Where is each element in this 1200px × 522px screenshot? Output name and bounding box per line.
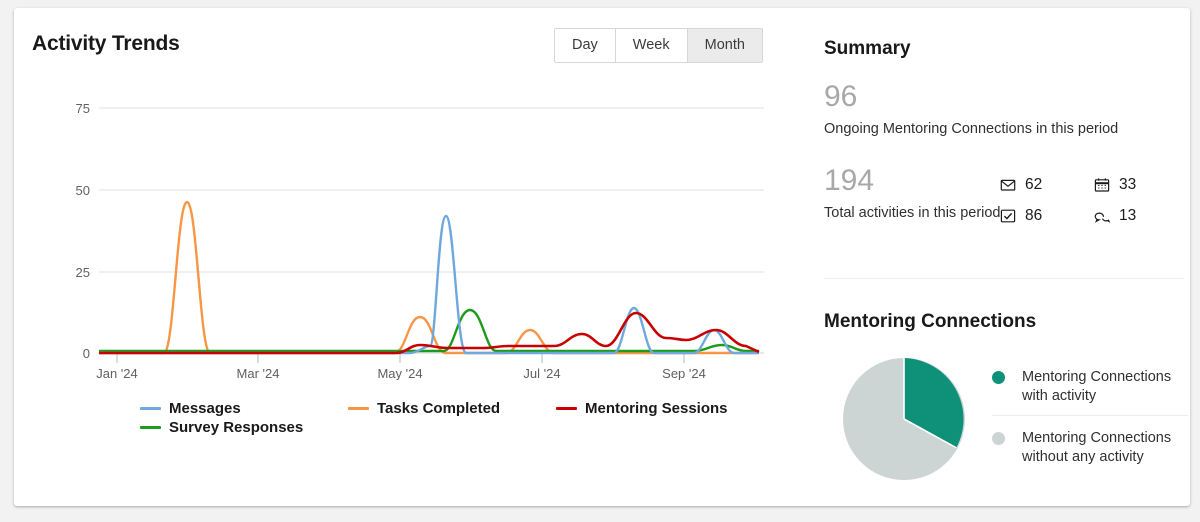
svg-text:May '24: May '24 xyxy=(377,366,422,380)
svg-text:0: 0 xyxy=(83,346,90,361)
mentoring-connections-pie-chart xyxy=(842,357,966,481)
total-activities-stat: 194 Total activities in this period xyxy=(824,165,1014,223)
dashboard-card: Activity Trends Day Week Month 75 50 25 … xyxy=(14,8,1190,506)
tab-month[interactable]: Month xyxy=(687,29,762,62)
ongoing-connections-value: 96 xyxy=(824,80,858,113)
metric-meetings: 33 xyxy=(1094,174,1188,196)
page-title: Activity Trends xyxy=(32,32,180,55)
mentoring-connections-title: Mentoring Connections xyxy=(824,311,1037,332)
svg-text:75: 75 xyxy=(76,101,90,116)
metric-conversations-value: 13 xyxy=(1119,207,1137,224)
ongoing-connections-stat: 96 Ongoing Mentoring Connections in this… xyxy=(824,81,1180,139)
pie-legend-dot-with-activity xyxy=(992,371,1005,384)
pie-legend-label-with-activity: Mentoring Connections with activity xyxy=(1022,369,1172,404)
pie-legend: Mentoring Connections with activity Ment… xyxy=(992,360,1188,477)
pie-legend-item-with-activity[interactable]: Mentoring Connections with activity xyxy=(992,360,1188,415)
section-divider xyxy=(824,278,1184,279)
summary-panel: Summary 96 Ongoing Mentoring Connections… xyxy=(814,8,1190,506)
legend-item-messages[interactable]: Messages xyxy=(140,399,348,417)
pie-svg xyxy=(843,358,965,480)
checkbox-icon xyxy=(1000,209,1016,223)
metric-meetings-value: 33 xyxy=(1119,176,1137,193)
summary-title: Summary xyxy=(824,38,911,59)
ongoing-connections-label: Ongoing Mentoring Connections in this pe… xyxy=(824,121,1119,137)
tab-week[interactable]: Week xyxy=(615,29,688,62)
svg-text:Mar '24: Mar '24 xyxy=(237,366,280,380)
legend-swatch-messages xyxy=(140,406,161,410)
svg-text:50: 50 xyxy=(76,183,90,198)
svg-text:Jul '24: Jul '24 xyxy=(523,366,560,380)
total-activities-value: 194 xyxy=(824,164,875,197)
pie-legend-dot-without-activity xyxy=(992,432,1005,445)
mail-icon xyxy=(1000,179,1016,191)
range-tab-group[interactable]: Day Week Month xyxy=(554,28,763,63)
activity-metrics: 62 33 86 13 xyxy=(1000,174,1190,227)
activity-trends-panel: Activity Trends Day Week Month 75 50 25 … xyxy=(14,8,800,506)
metric-conversations: 13 xyxy=(1094,205,1188,227)
legend-label-tasks-completed: Tasks Completed xyxy=(377,399,501,417)
legend-swatch-survey-responses xyxy=(140,425,161,429)
svg-text:Jan '24: Jan '24 xyxy=(96,366,138,380)
activity-line-chart: 75 50 25 0 Jan '24 Mar '24 May '24 Jul '… xyxy=(76,101,764,380)
metric-tasks: 86 xyxy=(1000,205,1094,227)
svg-text:25: 25 xyxy=(76,265,90,280)
legend-item-mentoring-sessions[interactable]: Mentoring Sessions xyxy=(556,399,740,417)
svg-text:Sep '24: Sep '24 xyxy=(662,366,706,380)
legend-item-tasks-completed[interactable]: Tasks Completed xyxy=(348,399,556,417)
legend-label-survey-responses: Survey Responses xyxy=(169,418,304,436)
legend-label-messages: Messages xyxy=(169,399,241,417)
legend-swatch-tasks-completed xyxy=(348,406,369,410)
y-axis-ticks: 75 50 25 0 xyxy=(76,101,90,361)
pie-legend-item-without-activity[interactable]: Mentoring Connections without any activi… xyxy=(992,415,1188,477)
chart-gridlines xyxy=(99,107,764,354)
legend-item-survey-responses[interactable]: Survey Responses xyxy=(140,418,348,436)
total-activities-label: Total activities in this period xyxy=(824,205,1001,221)
legend-swatch-mentoring-sessions xyxy=(556,406,577,410)
legend-label-mentoring-sessions: Mentoring Sessions xyxy=(585,399,728,417)
metric-messages: 62 xyxy=(1000,174,1094,196)
tab-day[interactable]: Day xyxy=(555,29,616,62)
series-tasks-completed xyxy=(99,200,759,355)
metric-messages-value: 62 xyxy=(1025,176,1043,193)
chart-legend: Messages Tasks Completed Mentoring Sessi… xyxy=(140,399,740,437)
pie-legend-label-without-activity: Mentoring Connections without any activi… xyxy=(1022,430,1172,465)
x-axis-ticks: Jan '24 Mar '24 May '24 Jul '24 Sep '24 xyxy=(96,353,706,380)
metric-tasks-value: 86 xyxy=(1025,207,1043,224)
calendar-icon xyxy=(1094,178,1110,192)
chat-icon xyxy=(1094,212,1110,223)
